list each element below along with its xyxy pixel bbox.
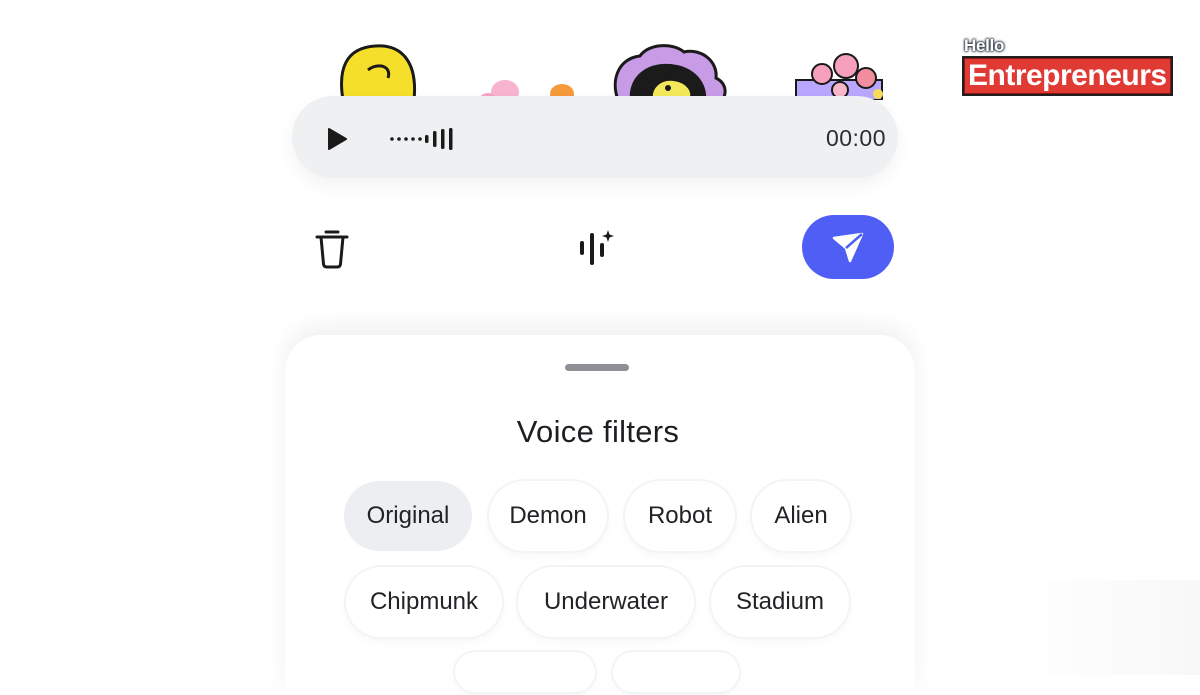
play-icon xyxy=(328,128,347,150)
filter-chip-demon[interactable]: Demon xyxy=(489,481,607,551)
filter-chip-alien[interactable]: Alien xyxy=(752,481,850,551)
duration-label: 00:00 xyxy=(825,125,886,151)
yellow-sticker xyxy=(340,44,417,102)
sheet-title: Voice filters xyxy=(516,414,680,449)
filter-chip-hidden[interactable] xyxy=(455,652,595,692)
voice-filter-toggle-button[interactable] xyxy=(576,227,618,269)
sheet-drag-handle[interactable] xyxy=(565,364,629,371)
send-icon xyxy=(832,232,864,263)
filter-chip-robot[interactable]: Robot xyxy=(625,481,735,551)
trash-icon xyxy=(315,230,349,269)
logo-entrepreneurs-text: Entrepreneurs xyxy=(962,56,1173,96)
hello-entrepreneurs-logo: Hello Entrepreneurs xyxy=(962,36,1173,96)
pink-crowd-sticker xyxy=(795,53,883,101)
logo-hello-text: Hello xyxy=(964,36,1005,55)
send-button[interactable] xyxy=(802,215,894,279)
play-button[interactable] xyxy=(322,125,350,153)
filter-chip-original[interactable]: Original xyxy=(344,481,472,551)
delete-recording-button[interactable] xyxy=(312,226,352,270)
filter-chip-hidden[interactable] xyxy=(613,652,739,692)
filter-chip-chipmunk[interactable]: Chipmunk xyxy=(346,567,502,637)
filter-chip-underwater[interactable]: Underwater xyxy=(518,567,694,637)
flower-creature-sticker xyxy=(613,44,727,102)
voice-message-player: 00:00 xyxy=(292,96,898,178)
voice-filter-sparkle-icon xyxy=(580,230,614,265)
edge-fade xyxy=(1010,580,1200,675)
waveform-icon xyxy=(390,126,470,152)
filter-chip-stadium[interactable]: Stadium xyxy=(711,567,849,637)
